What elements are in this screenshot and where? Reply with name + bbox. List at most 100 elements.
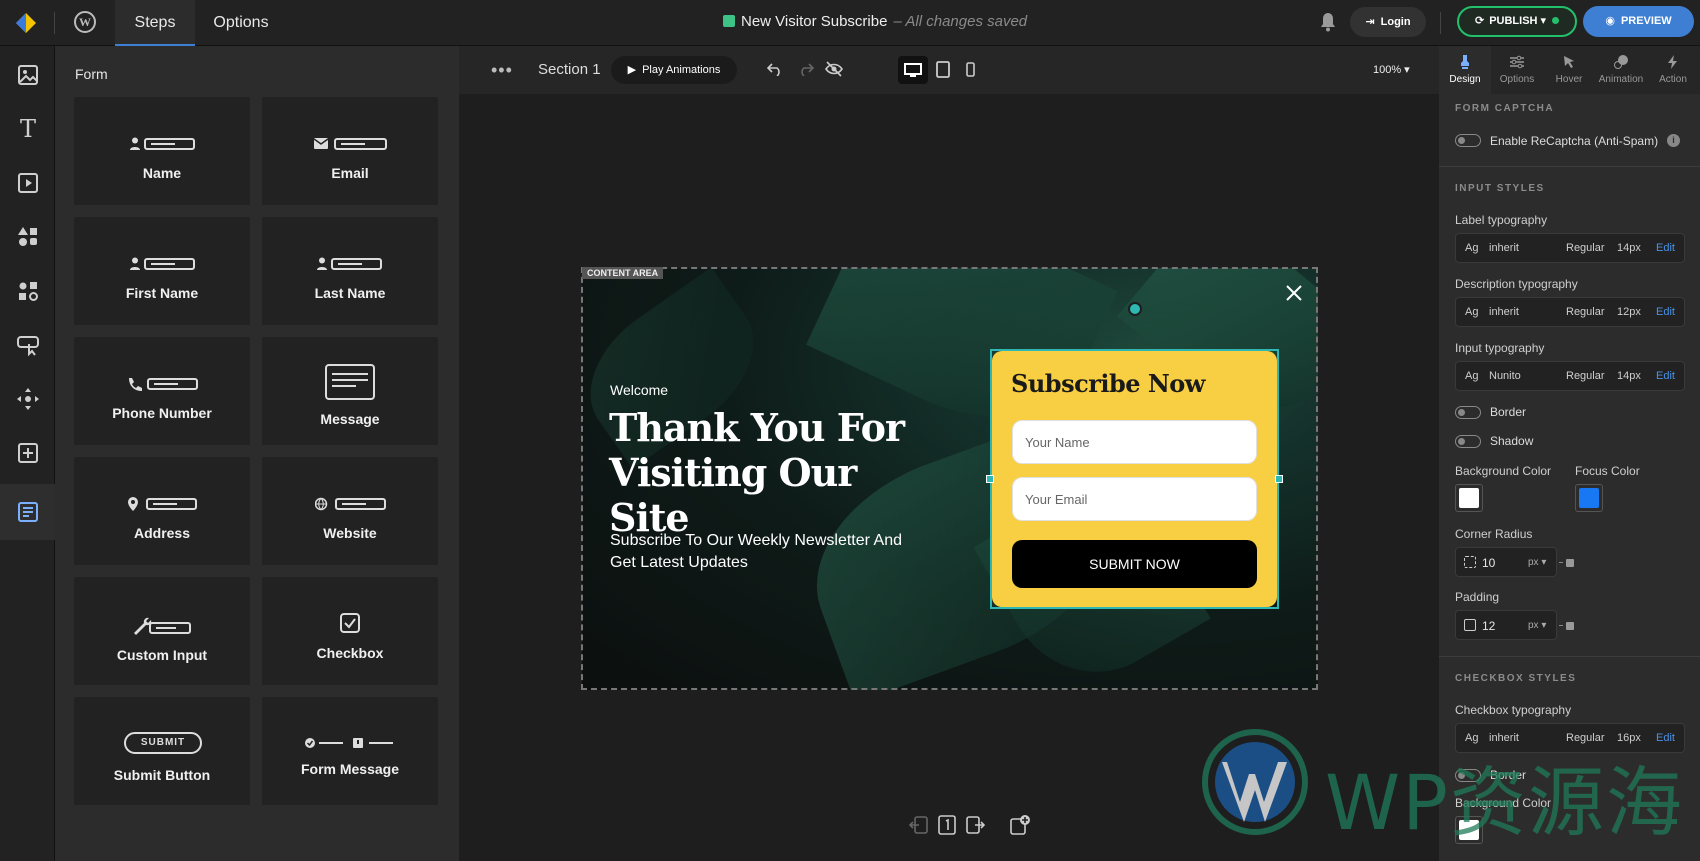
save-status: – All changes saved: [893, 13, 1028, 30]
tab-options[interactable]: Options: [200, 0, 282, 46]
resize-handle-left[interactable]: [986, 475, 994, 483]
undo-icon[interactable]: [767, 62, 783, 76]
radius-value: 10: [1482, 556, 1496, 570]
section-label[interactable]: Section 1: [538, 61, 601, 78]
checkbox-border-toggle[interactable]: [1455, 769, 1481, 782]
form-tile-message[interactable]: Message: [262, 337, 438, 445]
document-title[interactable]: New Visitor Subscribe – All changes saved: [723, 13, 1027, 30]
edit-link[interactable]: Edit: [1656, 732, 1675, 744]
tile-label: Last Name: [314, 285, 386, 301]
popup-welcome[interactable]: Welcome: [610, 382, 668, 398]
lightning-icon: [1668, 55, 1677, 69]
form-tile-last-name[interactable]: Last Name: [262, 217, 438, 325]
border-toggle[interactable]: [1455, 406, 1481, 419]
popup-subtitle[interactable]: Subscribe To Our Weekly Newsletter And G…: [610, 530, 930, 574]
popup-title[interactable]: Thank You For Visiting Our Site: [609, 405, 939, 540]
publish-label: PUBLISH: [1489, 15, 1538, 27]
tile-label: Website: [323, 525, 377, 541]
publish-button[interactable]: ⟳ PUBLISH ▾: [1457, 6, 1577, 37]
corner-radius-input[interactable]: 10 px ▾: [1455, 547, 1557, 577]
rail-item-form[interactable]: [0, 484, 55, 540]
button-icon[interactable]: [15, 332, 41, 358]
device-desktop-button[interactable]: [898, 56, 928, 84]
play-animations-button[interactable]: ▶ Play Animations: [611, 56, 737, 84]
person-field-icon: [317, 257, 382, 270]
lock-icon[interactable]: [1566, 622, 1574, 630]
label-typography-control[interactable]: Ag inherit Regular 14px Edit: [1455, 233, 1685, 263]
tab-animation[interactable]: Animation: [1595, 46, 1647, 94]
name-input[interactable]: Your Name: [1012, 420, 1257, 464]
checkbox-typography-control[interactable]: Ag inherit Regular 16px Edit: [1455, 723, 1685, 753]
edit-link[interactable]: Edit: [1656, 370, 1675, 382]
bell-icon[interactable]: [1319, 12, 1337, 32]
tile-label: Submit Button: [113, 767, 211, 783]
form-tile-form-message[interactable]: Form Message: [262, 697, 438, 805]
form-tile-first-name[interactable]: First Name: [74, 217, 250, 325]
rotate-handle[interactable]: [1128, 302, 1142, 316]
step-number-icon[interactable]: [937, 815, 957, 835]
email-input[interactable]: Your Email: [1012, 477, 1257, 521]
panel-title: Form: [75, 66, 108, 82]
tab-hover[interactable]: Hover: [1543, 46, 1595, 94]
wordpress-icon[interactable]: W: [74, 11, 96, 33]
checkbox-bg-color-swatch[interactable]: [1455, 816, 1483, 844]
add-step-icon[interactable]: [1009, 814, 1031, 836]
recaptcha-toggle[interactable]: [1455, 134, 1481, 147]
form-tile-phone-number[interactable]: Phone Number: [74, 337, 250, 445]
shapes-icon[interactable]: [15, 224, 41, 250]
mobile-icon[interactable]: [966, 62, 975, 77]
padding-input[interactable]: 12 px ▾: [1455, 610, 1557, 640]
form-tile-custom-input[interactable]: Custom Input: [74, 577, 250, 685]
tile-label: Message: [320, 411, 380, 427]
app-logo-icon[interactable]: [14, 11, 38, 35]
tab-action[interactable]: Action: [1647, 46, 1699, 94]
form-tile-name[interactable]: Name: [74, 97, 250, 205]
info-icon[interactable]: i: [1667, 134, 1680, 147]
edit-link[interactable]: Edit: [1656, 242, 1675, 254]
lock-icon[interactable]: [1566, 559, 1574, 567]
preview-button[interactable]: ◉ PREVIEW: [1583, 6, 1694, 37]
animation-icon: [1614, 55, 1628, 69]
add-icon[interactable]: [15, 440, 41, 466]
input-typography-control[interactable]: Ag Nunito Regular 14px Edit: [1455, 361, 1685, 391]
edit-link[interactable]: Edit: [1656, 306, 1675, 318]
shadow-label: Shadow: [1490, 434, 1534, 448]
form-tile-checkbox[interactable]: Checkbox: [262, 577, 438, 685]
video-icon[interactable]: [15, 170, 41, 196]
form-tile-address[interactable]: Address: [74, 457, 250, 565]
prev-step-icon[interactable]: [909, 815, 929, 835]
tab-options[interactable]: Options: [1491, 46, 1543, 94]
tab-design[interactable]: Design: [1439, 46, 1491, 94]
focus-color-swatch[interactable]: [1575, 484, 1603, 512]
form-tile-email[interactable]: Email: [262, 97, 438, 205]
hide-icon[interactable]: [825, 61, 843, 77]
border-label: Border: [1490, 405, 1527, 419]
more-icon[interactable]: •••: [491, 60, 513, 81]
description-typography-control[interactable]: Ag inherit Regular 12px Edit: [1455, 297, 1685, 327]
divider: [54, 12, 55, 34]
resize-handle-right[interactable]: [1275, 475, 1283, 483]
submit-now-button[interactable]: SUBMIT NOW: [1012, 540, 1257, 588]
shadow-toggle[interactable]: [1455, 435, 1481, 448]
login-button[interactable]: ⇥ Login: [1350, 7, 1426, 37]
move-icon[interactable]: [15, 386, 41, 412]
bg-color-swatch[interactable]: [1455, 484, 1483, 512]
form-tile-website[interactable]: Website: [262, 457, 438, 565]
tab-steps[interactable]: Steps: [115, 0, 195, 46]
image-icon[interactable]: [15, 62, 41, 88]
text-icon[interactable]: T: [15, 116, 41, 142]
form-tile-submit-button[interactable]: SUBMIT Submit Button: [74, 697, 250, 805]
zoom-select[interactable]: 100% ▾: [1373, 63, 1410, 76]
redo-icon[interactable]: [798, 62, 814, 76]
unit-select[interactable]: px ▾: [1528, 557, 1546, 568]
tablet-icon[interactable]: [936, 61, 950, 78]
close-icon[interactable]: [1286, 285, 1302, 301]
elements-icon[interactable]: [15, 278, 41, 304]
divider: [1439, 166, 1700, 167]
divider: [1439, 656, 1700, 657]
unit-select[interactable]: px ▾: [1528, 620, 1546, 631]
font-family-value: inherit: [1489, 732, 1519, 744]
next-step-icon[interactable]: [965, 815, 985, 835]
form-heading[interactable]: Subscribe Now: [1011, 369, 1205, 398]
radius-icon: [1464, 556, 1476, 568]
